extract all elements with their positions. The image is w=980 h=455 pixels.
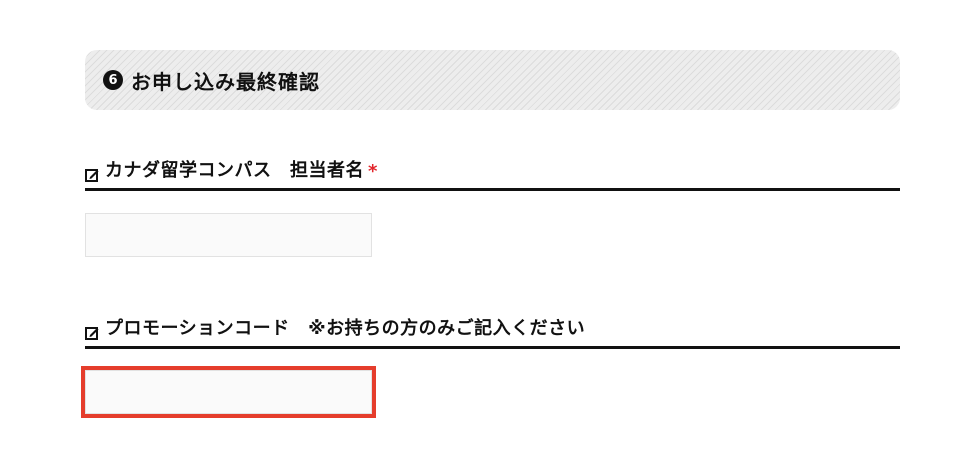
- staff-name-label-row: カナダ留学コンパス 担当者名 *: [85, 157, 900, 191]
- form-page: 6 お申し込み最終確認 カナダ留学コンパス 担当者名 * プロモーションコード …: [0, 0, 980, 455]
- edit-icon: [85, 169, 99, 182]
- step-number-badge: 6: [103, 70, 123, 90]
- promo-code-label: プロモーションコード ※お持ちの方のみご記入ください: [105, 318, 586, 339]
- staff-name-input[interactable]: [85, 213, 372, 257]
- required-mark: *: [368, 161, 378, 182]
- edit-icon: [85, 327, 99, 340]
- promo-code-input[interactable]: [85, 370, 372, 414]
- section-title: お申し込み最終確認: [131, 69, 320, 94]
- staff-name-label: カナダ留学コンパス 担当者名: [105, 160, 364, 181]
- section-header: 6 お申し込み最終確認: [85, 50, 900, 110]
- promo-code-label-row: プロモーションコード ※お持ちの方のみご記入ください: [85, 315, 900, 349]
